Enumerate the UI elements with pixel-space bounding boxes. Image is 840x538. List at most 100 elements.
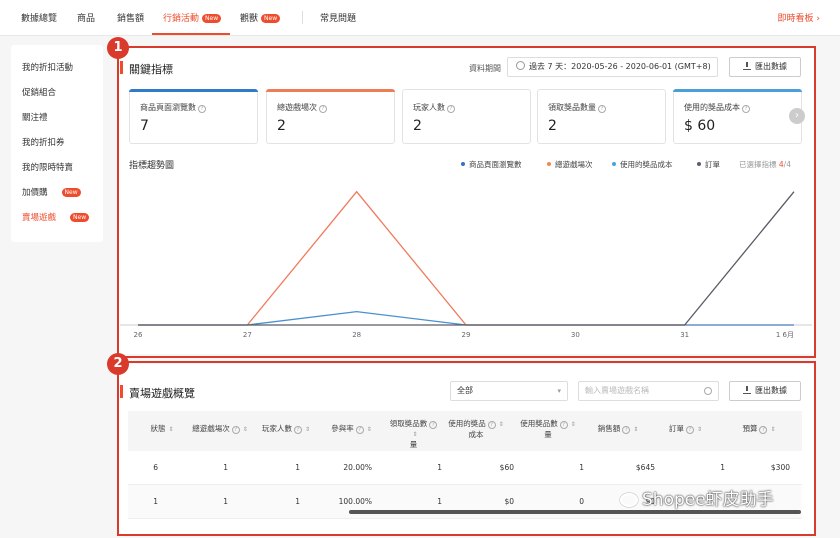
period-label: 資料期間 xyxy=(469,64,501,73)
sort-icon[interactable]: ⇕ xyxy=(305,425,310,435)
cards-next-arrow-icon[interactable]: › xyxy=(789,108,805,124)
help-icon[interactable]: ? xyxy=(685,426,694,434)
help-icon[interactable]: ? xyxy=(742,105,750,113)
metric-card-players[interactable]: 玩家人數? 2 xyxy=(402,89,531,144)
metric-value: 7 xyxy=(140,118,149,134)
sidebar-item-label: 加價購 xyxy=(22,188,48,198)
new-badge: New xyxy=(261,14,281,23)
sort-icon[interactable]: ⇕ xyxy=(633,425,638,435)
metric-card-prize-cost[interactable]: 使用的獎品成本? $ 60 xyxy=(673,89,802,144)
help-icon[interactable]: ? xyxy=(598,105,606,113)
game-search-input[interactable]: 輸入賣場遊戲名稱 xyxy=(578,381,719,401)
x-tick-label: 31 xyxy=(680,331,689,339)
table-cell: 1 xyxy=(720,463,725,472)
table-row[interactable]: 6 1 1 20.00% 1 $60 1 $645 1 $300 xyxy=(128,451,802,485)
sidebar: 我的折扣活動 促銷組合 關注禮 我的折扣券 我的限時特賣 加價購 New 賣場遊戲… xyxy=(11,45,103,242)
help-icon[interactable]: ? xyxy=(622,426,631,434)
help-icon[interactable]: ? xyxy=(355,426,364,434)
sort-icon[interactable]: ⇕ xyxy=(770,425,775,435)
column-header[interactable]: 訂單? ⇕ xyxy=(658,424,713,435)
games-overview-title: 賣場遊戲概覽 xyxy=(120,385,195,400)
table-cell: 1 xyxy=(295,463,300,472)
new-badge: New xyxy=(70,213,90,222)
nav-tab-insights[interactable]: 觀獸 New xyxy=(240,11,281,24)
nav-tab-overview[interactable]: 數據總覽 xyxy=(21,11,57,24)
help-icon[interactable]: ? xyxy=(559,421,568,429)
column-header[interactable]: 狀態 ⇕ xyxy=(142,424,182,435)
column-header[interactable]: 玩家人數? ⇕ xyxy=(256,424,316,435)
status-filter-select[interactable]: 全部 ▾ xyxy=(450,381,568,401)
legend-dot xyxy=(547,162,551,166)
x-tick-label: 27 xyxy=(243,331,252,339)
export-games-button[interactable]: 匯出數據 xyxy=(729,381,801,401)
table-cell: $0 xyxy=(504,497,514,506)
help-icon[interactable]: ? xyxy=(487,421,496,429)
table-cell: 1 xyxy=(153,497,158,506)
top-navigation: 數據總覽 商品 銷售額 行銷活動 New 觀獸 New 常見問題 即時看板 › xyxy=(0,0,840,36)
export-metrics-button[interactable]: 匯出數據 xyxy=(729,57,801,77)
table-cell: 20.00% xyxy=(343,463,372,472)
column-header[interactable]: 使用獎品數? ⇕ 量 xyxy=(518,419,578,440)
date-range-value: 過去 7 天：2020-05-26 - 2020-06-01 (GMT+8) xyxy=(529,62,711,71)
help-icon[interactable]: ? xyxy=(447,105,455,113)
column-header[interactable]: 使用的獎品? ⇕ 成本 xyxy=(446,419,506,440)
help-icon[interactable]: ? xyxy=(759,426,768,434)
help-icon[interactable]: ? xyxy=(198,105,206,113)
legend-dot xyxy=(697,162,701,166)
x-tick-label: 30 xyxy=(571,331,580,339)
metric-card-prizes-claimed[interactable]: 領取獎品數量? 2 xyxy=(537,89,666,144)
table-cell: $60 xyxy=(499,463,514,472)
sidebar-item-my-discounts[interactable]: 我的折扣活動 xyxy=(22,61,73,73)
sidebar-item-add-on-deal[interactable]: 加價購 New xyxy=(22,186,81,198)
wechat-logo-icon xyxy=(620,493,638,507)
realtime-dashboard-link[interactable]: 即時看板 › xyxy=(778,11,821,24)
table-cell: 1 xyxy=(437,463,442,472)
table-cell: $300 xyxy=(770,463,790,472)
nav-tab-products[interactable]: 商品 xyxy=(77,11,95,24)
sort-icon[interactable]: ⇕ xyxy=(412,430,417,440)
column-header[interactable]: 銷售額? ⇕ xyxy=(588,424,648,435)
annotation-marker-1: 1 xyxy=(107,37,129,59)
series-line-0 xyxy=(138,190,794,326)
nav-tab-marketing[interactable]: 行銷活動 New xyxy=(163,11,222,24)
annotation-marker-2: 2 xyxy=(107,353,129,375)
realtime-dashboard-label: 即時看板 xyxy=(777,14,814,24)
column-header[interactable]: 參與率? ⇕ xyxy=(324,424,379,435)
sort-icon[interactable]: ⇕ xyxy=(697,425,702,435)
legend-item-game-sessions[interactable]: 總遊戲場次 xyxy=(547,159,593,170)
sidebar-item-vouchers[interactable]: 我的折扣券 xyxy=(22,136,65,148)
help-icon[interactable]: ? xyxy=(293,426,302,434)
table-cell: 1 xyxy=(579,463,584,472)
sort-icon[interactable]: ⇕ xyxy=(243,425,248,435)
nav-tab-faq[interactable]: 常見問題 xyxy=(320,11,356,24)
trend-chart-title: 指標趨勢圖 xyxy=(129,161,175,171)
nav-tab-sales[interactable]: 銷售額 xyxy=(117,11,144,24)
sort-icon[interactable]: ⇕ xyxy=(571,420,576,430)
date-range-picker[interactable]: 過去 7 天：2020-05-26 - 2020-06-01 (GMT+8) xyxy=(507,57,718,77)
active-tab-indicator xyxy=(152,33,230,35)
column-header[interactable]: 領取獎品數 ?⇕ 量 xyxy=(386,419,441,450)
metric-label: 領取獎品數量? xyxy=(548,102,606,113)
legend-item-page-views[interactable]: 商品頁面瀏覽數 xyxy=(461,159,522,170)
new-badge: New xyxy=(202,14,222,23)
help-icon[interactable]: ? xyxy=(319,105,327,113)
help-icon[interactable]: ? xyxy=(429,421,438,429)
sort-icon[interactable]: ⇕ xyxy=(168,425,173,435)
column-header[interactable]: 總遊戲場次? ⇕ xyxy=(190,424,250,435)
horizontal-scrollbar[interactable] xyxy=(349,510,801,514)
calendar-icon xyxy=(516,61,525,70)
help-icon[interactable]: ? xyxy=(231,426,240,434)
metric-card-page-views[interactable]: 商品頁面瀏覽數? 7 xyxy=(129,89,258,144)
column-header[interactable]: 預算? ⇕ xyxy=(724,424,794,435)
legend-item-orders[interactable]: 訂單 xyxy=(697,159,720,170)
sidebar-item-bundle[interactable]: 促銷組合 xyxy=(22,86,56,98)
sidebar-item-follow-prize[interactable]: 關注禮 xyxy=(22,111,48,123)
metric-card-game-sessions[interactable]: 總遊戲場次? 2 xyxy=(266,89,395,144)
sidebar-item-shop-game[interactable]: 賣場遊戲 New xyxy=(22,211,90,223)
sort-icon[interactable]: ⇕ xyxy=(367,425,372,435)
sort-icon[interactable]: ⇕ xyxy=(499,420,504,430)
export-label: 匯出數據 xyxy=(755,62,787,71)
legend-item-prize-cost[interactable]: 使用的獎品成本 xyxy=(612,159,673,170)
sidebar-item-flash-sale[interactable]: 我的限時特賣 xyxy=(22,161,73,173)
search-icon xyxy=(704,387,712,395)
